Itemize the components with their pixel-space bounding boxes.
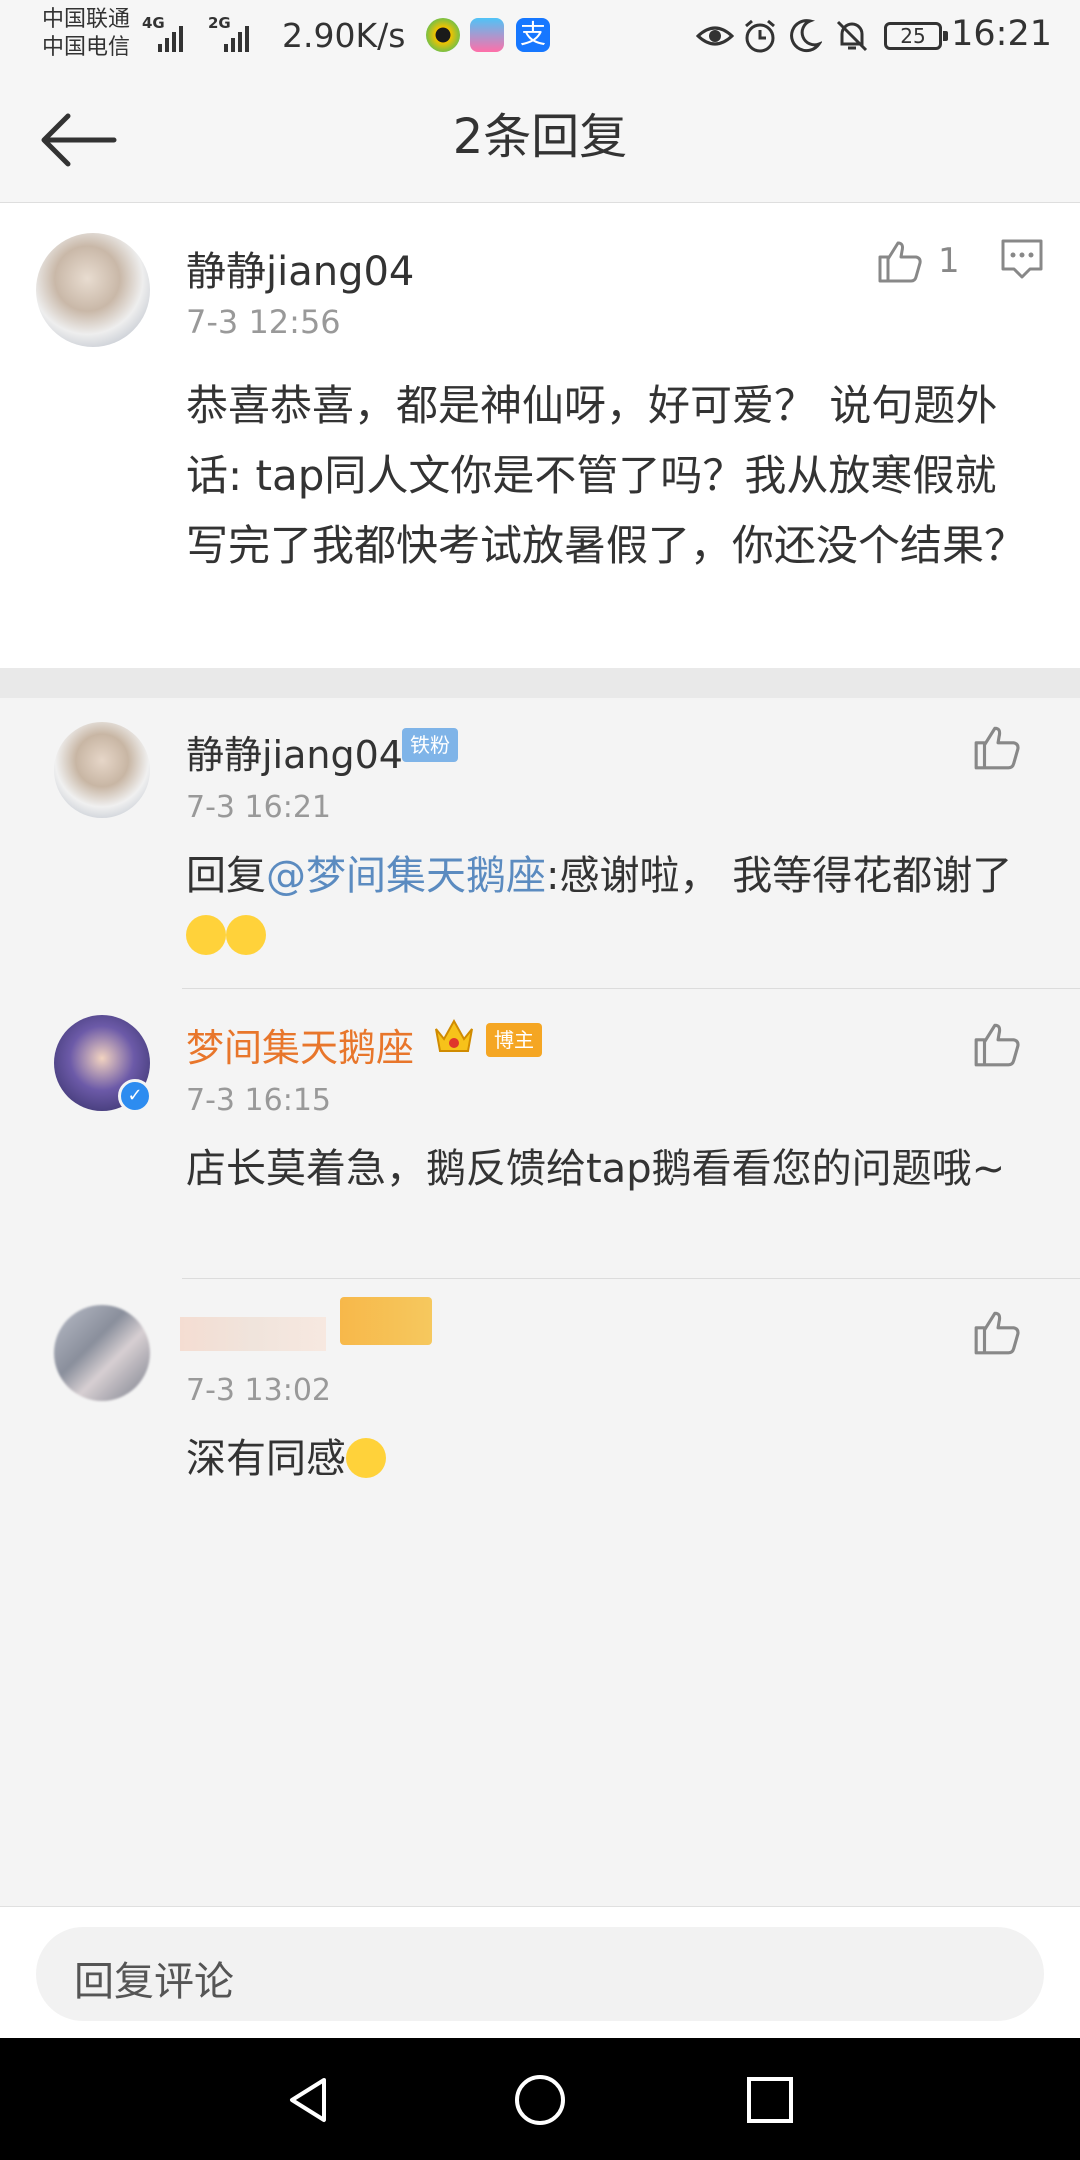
carrier-2: 中国电信 <box>42 35 131 60</box>
comment-text: 恭喜恭喜，都是神仙呀，好可爱？ 说句题外话: tap同人文你是不管了吗？我从放寒… <box>186 381 1027 570</box>
app-notification-icon-2 <box>470 18 504 52</box>
alarm-icon <box>745 19 775 53</box>
avatar[interactable] <box>54 722 150 818</box>
reply-username[interactable]: 梦间集天鹅座 <box>186 1017 414 1072</box>
header: 2条回复 <box>0 72 1080 203</box>
blurred-badge <box>340 1297 432 1345</box>
fan-badge: 铁粉 <box>402 728 458 762</box>
comment-time: 7-3 12:56 <box>186 303 341 341</box>
main-comment: 静静jiang04 7-3 12:56 1 恭喜恭喜，都是神仙呀，好可爱？ 说句… <box>0 203 1080 668</box>
eye-icon <box>696 26 734 46</box>
blurred-username[interactable] <box>180 1317 326 1351</box>
nav-back-icon[interactable] <box>282 2074 334 2126</box>
nav-home-icon[interactable] <box>512 2072 568 2128</box>
reply-item: ✓ 梦间集天鹅座 博主 7-3 16:15 店长莫着急，鹅反馈给tap鹅看看您的… <box>0 989 1080 1279</box>
system-nav-bar <box>0 2038 1080 2160</box>
mention-link[interactable]: @梦间集天鹅座 <box>266 853 546 899</box>
page-title: 2条回复 <box>452 109 628 165</box>
reply-text: 店长莫着急，鹅反馈给tap鹅看看您的问题哦~ <box>186 1146 1006 1192</box>
reply-username[interactable]: 静静jiang04 <box>186 724 403 779</box>
alipay-icon: 支 <box>516 18 550 52</box>
signal-icon <box>158 22 183 52</box>
username[interactable]: 静静jiang04 <box>186 239 414 297</box>
reply-text: 回复@梦间集天鹅座:感谢啦， 我等得花都谢了 <box>186 846 1016 966</box>
like-button[interactable] <box>972 722 1022 772</box>
avatar[interactable] <box>54 1305 150 1401</box>
network-speed: 2.90K/s <box>282 16 406 55</box>
thumbs-up-icon <box>878 241 922 283</box>
reply-text: 深有同感 <box>186 1429 1016 1489</box>
like-button[interactable]: 1 <box>876 233 960 289</box>
like-button[interactable] <box>972 1019 1022 1069</box>
reply-body: :感谢啦， 我等得花都谢了 <box>546 853 1013 899</box>
blogger-badge: 博主 <box>486 1023 542 1057</box>
carrier-info: 中国联通 中国电信 <box>42 6 130 62</box>
avatar[interactable]: ✓ <box>54 1015 152 1113</box>
reply-time: 7-3 13:02 <box>186 1373 331 1408</box>
like-count: 1 <box>938 241 960 281</box>
section-separator <box>0 668 1080 698</box>
reply-item: 7-3 13:02 深有同感 <box>0 1279 1080 1509</box>
reply-prefix: 回复 <box>186 853 266 899</box>
status-time: 16:21 <box>951 14 1052 54</box>
battery-icon: 25 <box>884 22 948 50</box>
avatar[interactable] <box>36 233 150 347</box>
moon-icon <box>790 19 822 53</box>
reply-time: 7-3 16:21 <box>186 790 331 825</box>
laughing-tears-emoji-icon <box>346 1438 386 1478</box>
nav-recents-icon[interactable] <box>744 2074 796 2126</box>
comment-icon[interactable] <box>1000 237 1044 281</box>
carrier-1: 中国联通 <box>42 7 131 32</box>
crying-emoji-icon <box>186 915 226 955</box>
reply-placeholder: 回复评论 <box>74 1959 234 2005</box>
mute-bell-icon <box>836 20 868 52</box>
laughing-tears-emoji-icon <box>226 915 266 955</box>
status-bar: 中国联通 中国电信 4G 2G 2.90K/s 支 25 16:21 <box>0 0 1080 72</box>
reply-time: 7-3 16:15 <box>186 1083 331 1118</box>
app-notification-icon-1 <box>426 18 460 52</box>
crown-icon <box>435 1018 473 1052</box>
reply-bar: 回复评论 <box>0 1906 1080 2039</box>
reply-input[interactable]: 回复评论 <box>36 1927 1044 2021</box>
like-button[interactable] <box>972 1307 1022 1357</box>
verified-icon: ✓ <box>118 1079 152 1113</box>
signal-icon-2 <box>224 22 249 52</box>
reply-body: 深有同感 <box>186 1436 346 1482</box>
battery-level: 25 <box>900 24 926 48</box>
reply-item: 静静jiang04 铁粉 7-3 16:21 回复@梦间集天鹅座:感谢啦， 我等… <box>0 698 1080 988</box>
